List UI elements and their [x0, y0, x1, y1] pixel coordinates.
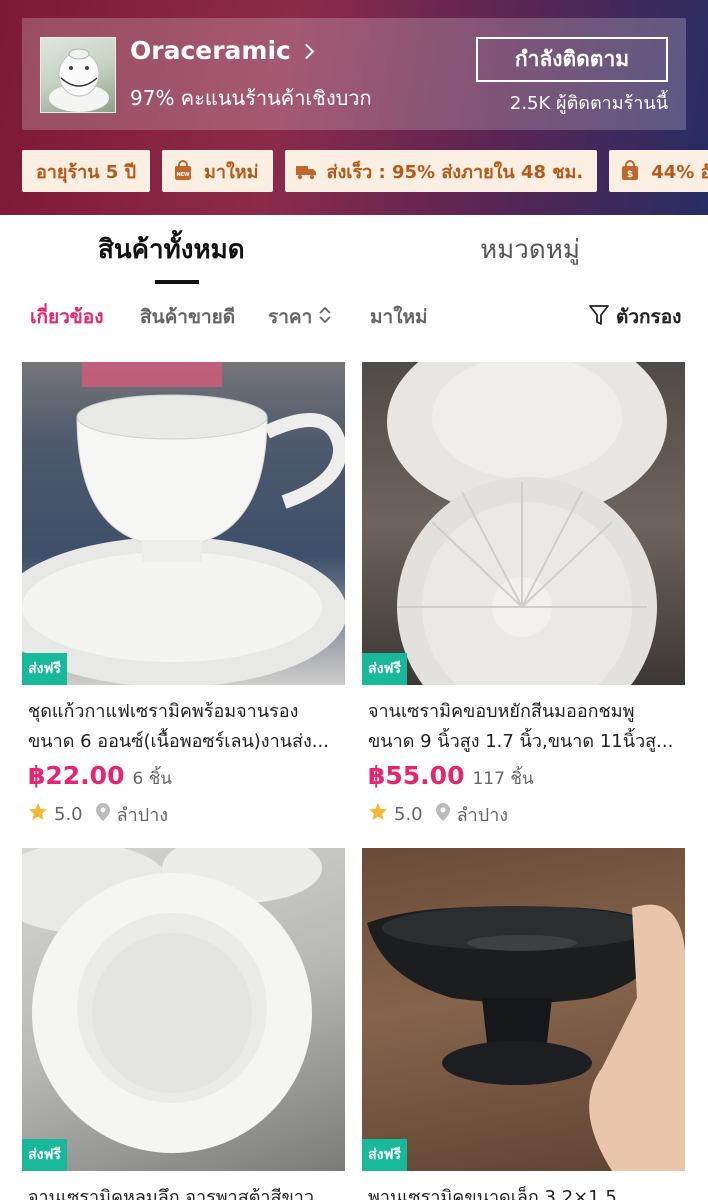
location-pin-icon — [95, 802, 111, 827]
product-card[interactable]: ส่งฟรี จานเซรามิคหลุมลึก จารพาสต้าสีขาว — [22, 848, 345, 1200]
free-shipping-badge: ส่งฟรี — [22, 653, 67, 685]
badge-rate[interactable]: $ 44% อัตรา — [609, 150, 708, 192]
product-rating: 5.0 — [394, 804, 423, 825]
following-button[interactable]: กำลังติดตาม — [476, 37, 668, 82]
product-meta: 5.0 ลำปาง — [362, 800, 685, 829]
product-image[interactable]: ส่งฟรี — [362, 848, 685, 1171]
svg-text:NEW: NEW — [176, 172, 190, 178]
product-location: ลำปาง — [116, 805, 169, 826]
sort-new[interactable]: มาใหม่ — [370, 302, 428, 332]
product-title-line: ขนาด 6 ออนซ์(เนื้อพอซร์เลน)งานส่ง... — [28, 731, 329, 752]
tab-categories[interactable]: หมวดหมู่ — [480, 229, 580, 270]
sort-price-label: ราคา — [268, 306, 313, 328]
product-card[interactable]: ส่งฟรี พานเซรามิคขนาดเล็ก 3.2×1.5 — [362, 848, 685, 1200]
badge-new[interactable]: NEW มาใหม่ — [162, 150, 273, 192]
shop-header: Oraceramic 97% คะแนนร้านค้าเชิงบวก กำลัง… — [0, 0, 708, 215]
product-image[interactable]: ส่งฟรี — [362, 362, 685, 685]
product-image[interactable]: ส่งฟรี — [22, 848, 345, 1171]
sold-count: 6 ชิ้น — [132, 769, 172, 789]
chevron-right-icon — [298, 43, 315, 60]
shop-name: Oraceramic — [130, 36, 291, 65]
shop-name-link[interactable]: Oraceramic — [130, 36, 315, 65]
product-location: ลำปาง — [456, 805, 509, 826]
price-row: ฿22.00 6 ชิ้น — [22, 761, 345, 792]
product-title-line: จานเซรามิคหลุมลึก จารพาสต้าสีขาว — [28, 1187, 315, 1200]
product-title-line: ขนาด 9 นิ้วสูง 1.7 นิ้ว,ขนาด 11นิ้วสู... — [368, 731, 674, 752]
tab-all-products[interactable]: สินค้าทั้งหมด — [98, 229, 245, 270]
free-shipping-badge: ส่งฟรี — [362, 653, 407, 685]
free-shipping-badge: ส่งฟรี — [22, 1139, 67, 1171]
location-pin-icon — [435, 802, 451, 827]
product-title-line: พานเซรามิคขนาดเล็ก 3.2×1.5 — [368, 1187, 617, 1200]
product-title-line: จานเซรามิคขอบหยักสีนมออกชมพู — [368, 701, 635, 722]
active-tab-indicator — [155, 280, 199, 284]
product-image[interactable]: ส่งฟรี — [22, 362, 345, 685]
badge-label: มาใหม่ — [204, 161, 259, 183]
filter-label: ตัวกรอง — [616, 306, 682, 328]
free-shipping-badge: ส่งฟรี — [362, 1139, 407, 1171]
filter-button[interactable]: ตัวกรอง — [588, 302, 681, 332]
sort-bar: เกี่ยวข้อง สินค้าขายดี ราคา มาใหม่ ตัวกร… — [0, 290, 708, 340]
product-rating: 5.0 — [54, 804, 83, 825]
product-price: ฿22.00 — [28, 761, 125, 790]
followers-count: 2.5K ผู้ติดตามร้านนี้ — [509, 93, 668, 114]
shop-badges: อายุร้าน 5 ปี NEW มาใหม่ ส่งเร็ว : 95% ส… — [22, 150, 708, 192]
sort-price[interactable]: ราคา — [268, 302, 332, 332]
badge-shop-age[interactable]: อายุร้าน 5 ปี — [22, 150, 151, 192]
product-title[interactable]: พานเซรามิคขนาดเล็ก 3.2×1.5 — [362, 1183, 685, 1200]
product-price: ฿55.00 — [368, 761, 465, 790]
star-icon — [368, 802, 388, 827]
sort-best-seller[interactable]: สินค้าขายดี — [140, 302, 235, 332]
sort-updown-icon — [318, 305, 332, 330]
badge-label: 44% อัตรา — [651, 161, 708, 183]
shop-tabs: สินค้าทั้งหมด หมวดหมู่ — [0, 215, 708, 287]
shop-avatar[interactable] — [40, 37, 116, 113]
badge-label: ส่งเร็ว : 95% ส่งภายใน 48 ชม. — [326, 161, 584, 183]
svg-text:$: $ — [627, 170, 633, 180]
badge-fast-shipping[interactable]: ส่งเร็ว : 95% ส่งภายใน 48 ชม. — [284, 150, 598, 192]
new-bag-icon: NEW — [172, 160, 194, 182]
truck-icon — [295, 160, 317, 182]
price-row: ฿55.00 117 ชิ้น — [362, 761, 685, 792]
sort-relevant[interactable]: เกี่ยวข้อง — [30, 302, 103, 332]
star-icon — [28, 802, 48, 827]
product-title[interactable]: ชุดแก้วกาแฟเซรามิคพร้อมจานรอง ขนาด 6 ออน… — [22, 697, 345, 757]
shop-card[interactable]: Oraceramic 97% คะแนนร้านค้าเชิงบวก กำลัง… — [22, 18, 686, 130]
product-card[interactable]: ส่งฟรี จานเซรามิคขอบหยักสีนมออกชมพู ขนาด… — [362, 362, 685, 829]
product-title[interactable]: จานเซรามิคขอบหยักสีนมออกชมพู ขนาด 9 นิ้ว… — [362, 697, 685, 757]
product-card[interactable]: ส่งฟรี ชุดแก้วกาแฟเซรามิคพร้อมจานรอง ขนา… — [22, 362, 345, 829]
product-title[interactable]: จานเซรามิคหลุมลึก จารพาสต้าสีขาว — [22, 1183, 345, 1200]
sold-count: 117 ชิ้น — [472, 769, 534, 789]
product-meta: 5.0 ลำปาง — [22, 800, 345, 829]
dollar-bag-icon: $ — [619, 160, 641, 182]
product-title-line: ชุดแก้วกาแฟเซรามิคพร้อมจานรอง — [28, 701, 299, 722]
shop-rating: 97% คะแนนร้านค้าเชิงบวก — [130, 86, 372, 110]
badge-label: อายุร้าน 5 ปี — [36, 161, 137, 183]
filter-icon — [588, 303, 610, 332]
